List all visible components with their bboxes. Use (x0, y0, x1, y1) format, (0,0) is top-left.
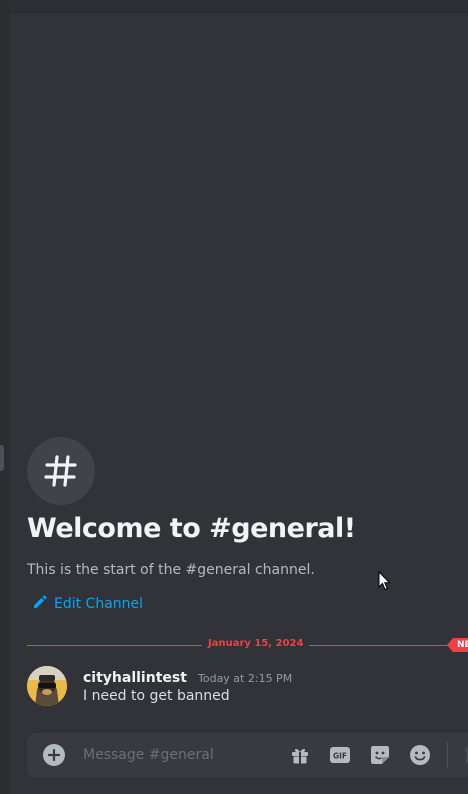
composer-separator (447, 742, 448, 768)
message-text: I need to get banned (83, 688, 230, 704)
message-composer: GIF (27, 733, 468, 777)
server-indicator (0, 445, 4, 471)
pencil-icon (32, 594, 48, 614)
message-header: cityhallintest Today at 2:15 PM (83, 667, 292, 686)
plus-circle-icon[interactable] (43, 744, 65, 766)
gif-icon[interactable]: GIF (328, 743, 352, 767)
new-messages-badge[interactable]: NEW (447, 638, 468, 652)
divider-date: January 15, 2024 (202, 638, 310, 649)
avatar[interactable] (27, 666, 67, 706)
username[interactable]: cityhallintest (83, 670, 187, 686)
server-sidebar-edge (0, 0, 10, 794)
sticker-icon[interactable] (368, 743, 392, 767)
gif-label: GIF (333, 752, 347, 761)
timestamp: Today at 2:15 PM (198, 672, 293, 685)
edit-channel-link[interactable]: Edit Channel (32, 594, 143, 614)
edit-channel-label: Edit Channel (54, 596, 144, 612)
welcome-title: Welcome to #general! (27, 513, 356, 544)
gift-icon[interactable] (288, 743, 312, 767)
mouse-cursor-icon (378, 570, 392, 595)
send-icon[interactable] (461, 743, 468, 767)
channel-header-bar (10, 0, 468, 13)
message-input[interactable] (83, 744, 263, 766)
chat-area: Welcome to #general! This is the start o… (10, 0, 468, 794)
discord-window: Welcome to #general! This is the start o… (0, 0, 468, 794)
channel-hash-icon (27, 437, 95, 505)
emoji-icon[interactable] (408, 743, 432, 767)
welcome-subtitle: This is the start of the #general channe… (27, 562, 315, 578)
